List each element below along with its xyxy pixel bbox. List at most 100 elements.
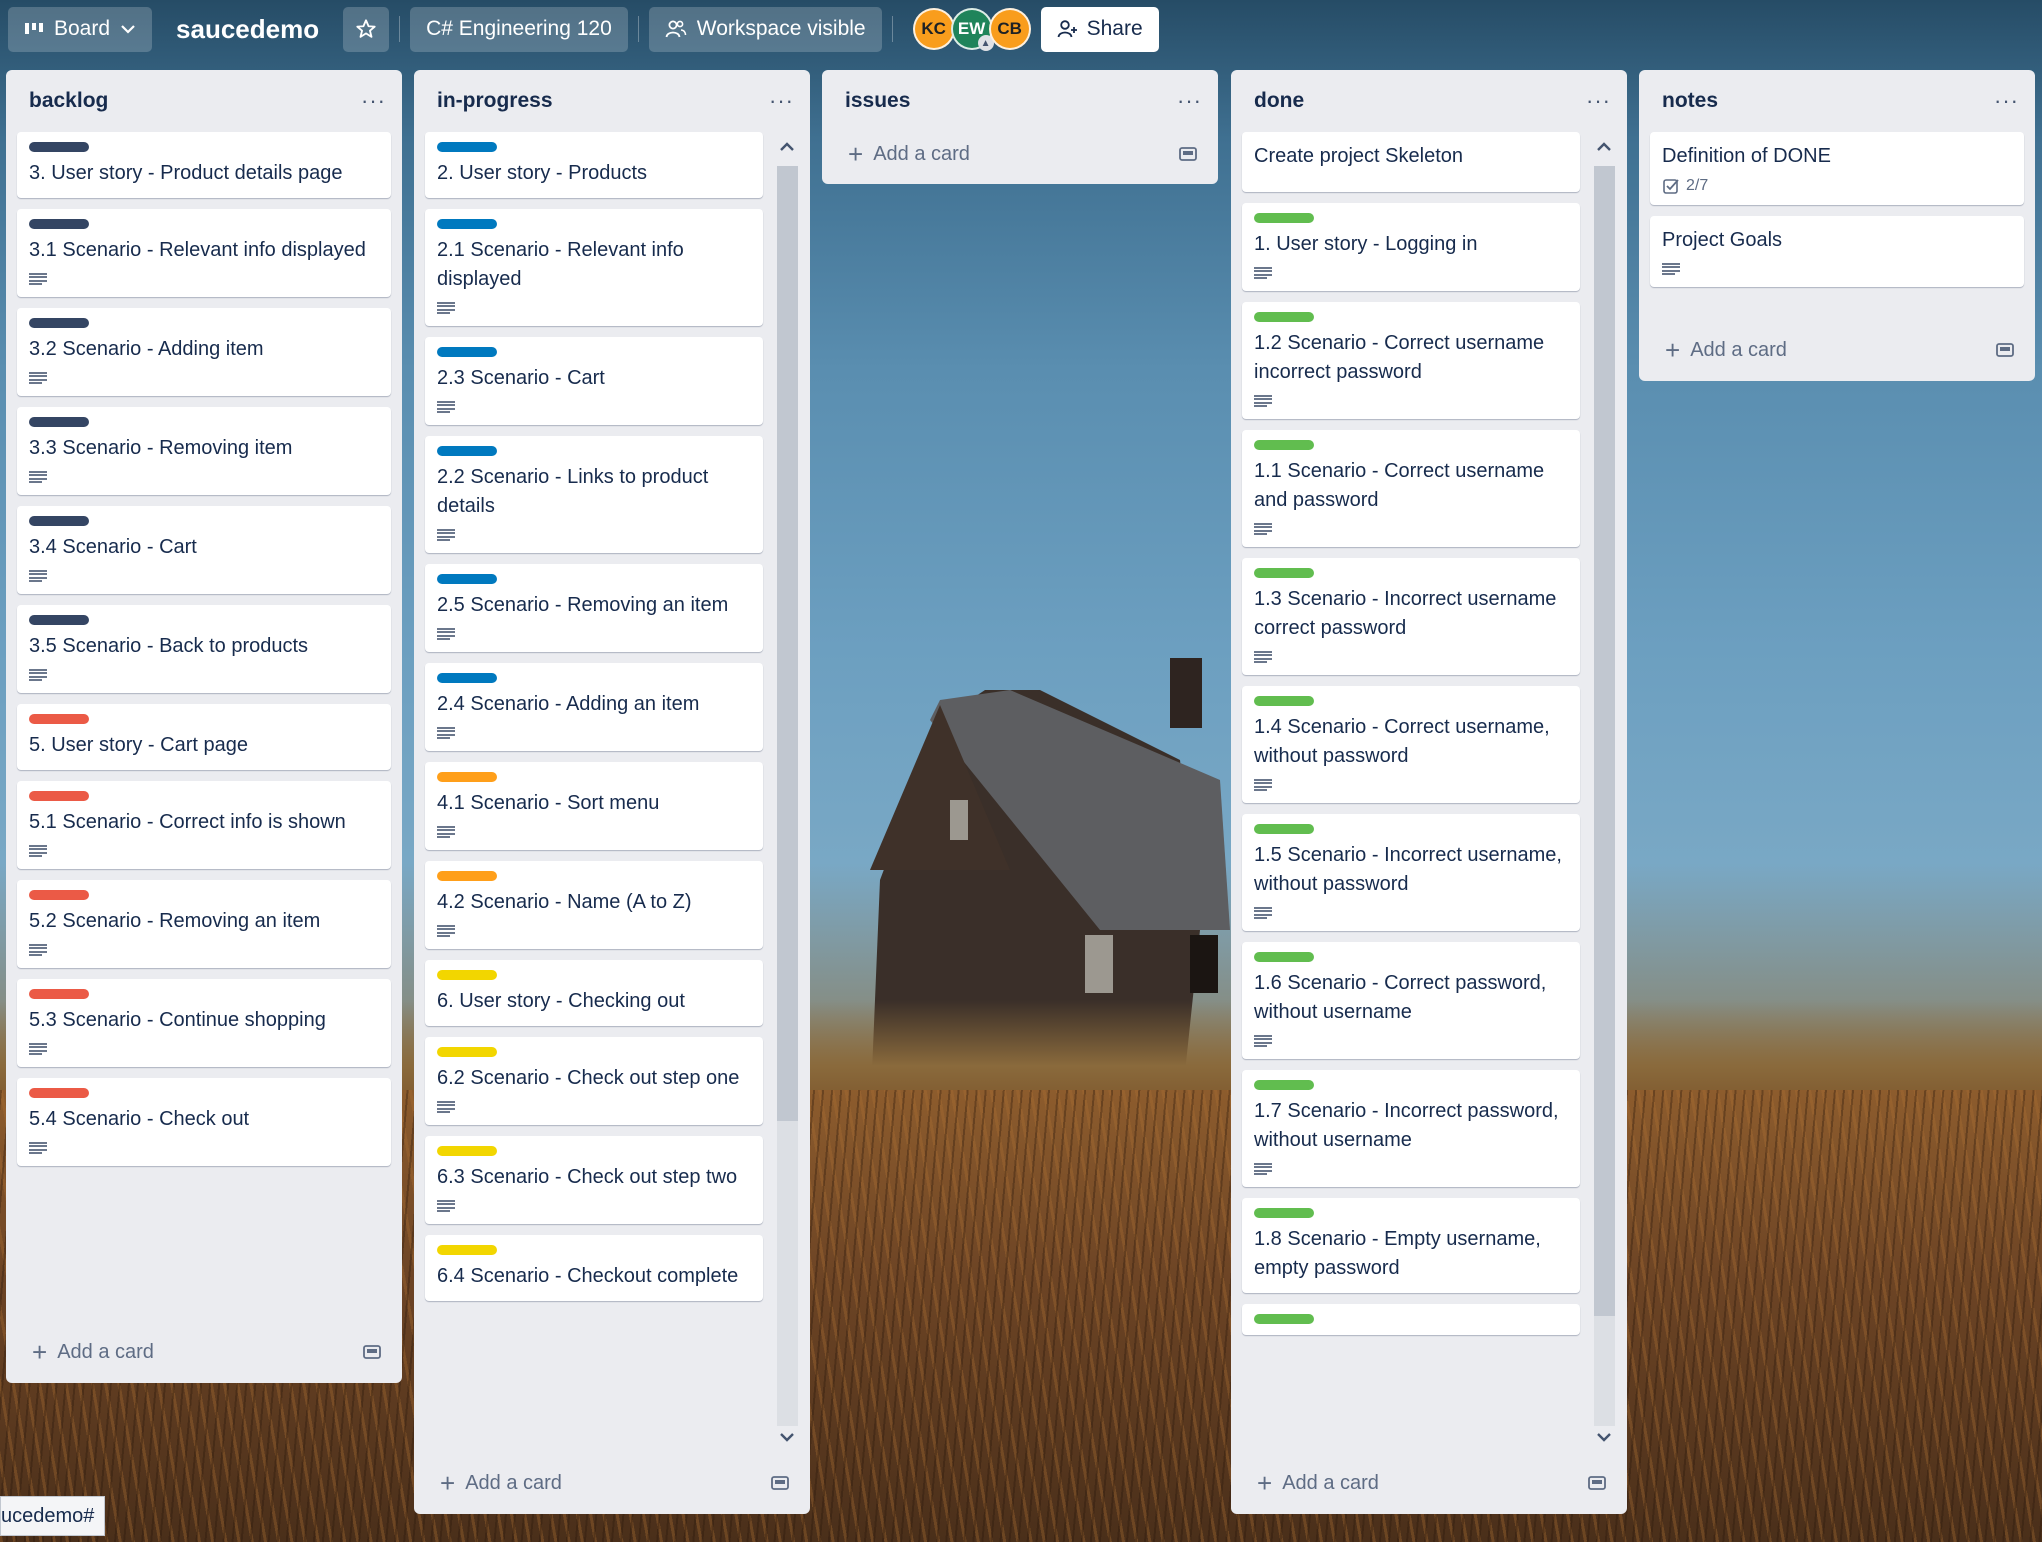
- scrollbar-thumb[interactable]: [777, 166, 798, 1121]
- card[interactable]: Definition of DONE 2/7: [1650, 132, 2024, 205]
- card[interactable]: 3.5 Scenario - Back to products: [17, 605, 391, 693]
- card-label-chip[interactable]: [29, 989, 89, 999]
- template-icon[interactable]: [1995, 341, 2015, 359]
- card[interactable]: 1.1 Scenario - Correct username and pass…: [1242, 430, 1580, 547]
- card-label-chip[interactable]: [29, 318, 89, 328]
- template-icon[interactable]: [362, 1343, 382, 1361]
- card[interactable]: 1.7 Scenario - Incorrect password, witho…: [1242, 1070, 1580, 1187]
- board-title[interactable]: saucedemo: [162, 14, 333, 45]
- card[interactable]: [1242, 1304, 1580, 1335]
- card-label-chip[interactable]: [437, 574, 497, 584]
- scrollbar-thumb[interactable]: [1594, 166, 1615, 1316]
- card-label-chip[interactable]: [437, 1047, 497, 1057]
- card[interactable]: 3.3 Scenario - Removing item: [17, 407, 391, 495]
- card-label-chip[interactable]: [29, 417, 89, 427]
- avatar[interactable]: KC: [912, 8, 955, 50]
- card-label-chip[interactable]: [1254, 312, 1314, 322]
- workspace-button[interactable]: C# Engineering 120: [410, 6, 628, 52]
- card[interactable]: Create project Skeleton: [1242, 132, 1580, 192]
- card[interactable]: 2.3 Scenario - Cart: [425, 337, 763, 425]
- card-label-chip[interactable]: [437, 970, 497, 980]
- card-label-chip[interactable]: [29, 890, 89, 900]
- card[interactable]: 1.5 Scenario - Incorrect username, witho…: [1242, 814, 1580, 931]
- card[interactable]: 5.1 Scenario - Correct info is shown: [17, 781, 391, 869]
- template-icon[interactable]: [770, 1474, 790, 1492]
- star-button[interactable]: [343, 6, 390, 52]
- add-card-button[interactable]: + Add a card: [848, 141, 970, 167]
- card[interactable]: 1.2 Scenario - Correct username incorrec…: [1242, 302, 1580, 419]
- template-icon[interactable]: [1587, 1474, 1607, 1492]
- card-label-chip[interactable]: [437, 1146, 497, 1156]
- card[interactable]: 5.2 Scenario - Removing an item: [17, 880, 391, 968]
- card[interactable]: 6. User story - Checking out: [425, 960, 763, 1026]
- card-label-chip[interactable]: [437, 871, 497, 881]
- card-label-chip[interactable]: [437, 446, 497, 456]
- card[interactable]: 1.3 Scenario - Incorrect username correc…: [1242, 558, 1580, 675]
- card[interactable]: 3.4 Scenario - Cart: [17, 506, 391, 594]
- scroll-up-icon[interactable]: [770, 132, 804, 162]
- card-label-chip[interactable]: [1254, 440, 1314, 450]
- list-title[interactable]: in-progress: [437, 89, 553, 113]
- card-label-chip[interactable]: [29, 142, 89, 152]
- card[interactable]: 5. User story - Cart page: [17, 704, 391, 770]
- template-icon[interactable]: [1178, 145, 1198, 163]
- list-title[interactable]: backlog: [29, 89, 108, 113]
- card[interactable]: 6.4 Scenario - Checkout complete: [425, 1235, 763, 1301]
- add-card-button[interactable]: + Add a card: [1665, 337, 1787, 363]
- card[interactable]: 2.5 Scenario - Removing an item: [425, 564, 763, 652]
- card[interactable]: 5.3 Scenario - Continue shopping: [17, 979, 391, 1067]
- add-card-button[interactable]: + Add a card: [1257, 1470, 1379, 1496]
- card[interactable]: 1.4 Scenario - Correct username, without…: [1242, 686, 1580, 803]
- card[interactable]: 3. User story - Product details page: [17, 132, 391, 198]
- card[interactable]: 6.2 Scenario - Check out step one: [425, 1037, 763, 1125]
- view-switcher-button[interactable]: Board: [8, 6, 153, 52]
- avatar[interactable]: EW ▲: [950, 8, 994, 51]
- card[interactable]: 2. User story - Products: [425, 132, 763, 198]
- card[interactable]: 2.4 Scenario - Adding an item: [425, 663, 763, 751]
- card-label-chip[interactable]: [437, 142, 497, 152]
- card-label-chip[interactable]: [437, 219, 497, 229]
- card-label-chip[interactable]: [29, 1088, 89, 1098]
- scroll-up-icon[interactable]: [1587, 132, 1621, 162]
- card-label-chip[interactable]: [29, 219, 89, 229]
- avatar[interactable]: CB: [988, 8, 1031, 50]
- share-button[interactable]: Share: [1040, 6, 1159, 52]
- card-label-chip[interactable]: [1254, 213, 1314, 223]
- card[interactable]: 2.1 Scenario - Relevant info displayed: [425, 209, 763, 326]
- add-card-button[interactable]: + Add a card: [440, 1470, 562, 1496]
- card-label-chip[interactable]: [1254, 1080, 1314, 1090]
- list-scrollbar[interactable]: [1587, 132, 1621, 1452]
- card-label-chip[interactable]: [1254, 824, 1314, 834]
- list-menu-icon[interactable]: ···: [1586, 90, 1611, 112]
- card[interactable]: 1.8 Scenario - Empty username, empty pas…: [1242, 1198, 1580, 1293]
- card[interactable]: 1. User story - Logging in: [1242, 203, 1580, 291]
- list-menu-icon[interactable]: ···: [769, 90, 794, 112]
- scroll-down-icon[interactable]: [770, 1422, 804, 1452]
- card[interactable]: 4.2 Scenario - Name (A to Z): [425, 861, 763, 949]
- card-label-chip[interactable]: [29, 791, 89, 801]
- card-label-chip[interactable]: [437, 673, 497, 683]
- card-label-chip[interactable]: [1254, 568, 1314, 578]
- card[interactable]: 2.2 Scenario - Links to product details: [425, 436, 763, 553]
- list-menu-icon[interactable]: ···: [361, 90, 386, 112]
- card[interactable]: 3.1 Scenario - Relevant info displayed: [17, 209, 391, 297]
- card-label-chip[interactable]: [1254, 1208, 1314, 1218]
- card[interactable]: 4.1 Scenario - Sort menu: [425, 762, 763, 850]
- card[interactable]: 6.3 Scenario - Check out step two: [425, 1136, 763, 1224]
- card-label-chip[interactable]: [437, 772, 497, 782]
- list-scrollbar[interactable]: [770, 132, 804, 1452]
- card[interactable]: 5.4 Scenario - Check out: [17, 1078, 391, 1166]
- card-label-chip[interactable]: [29, 516, 89, 526]
- card[interactable]: 1.6 Scenario - Correct password, without…: [1242, 942, 1580, 1059]
- list-title[interactable]: issues: [845, 89, 910, 113]
- list-title[interactable]: done: [1254, 89, 1304, 113]
- list-menu-icon[interactable]: ···: [1994, 90, 2019, 112]
- card-label-chip[interactable]: [437, 347, 497, 357]
- card-label-chip[interactable]: [1254, 696, 1314, 706]
- list-title[interactable]: notes: [1662, 89, 1718, 113]
- card-label-chip[interactable]: [437, 1245, 497, 1255]
- card[interactable]: 3.2 Scenario - Adding item: [17, 308, 391, 396]
- card-label-chip[interactable]: [1254, 952, 1314, 962]
- add-card-button[interactable]: + Add a card: [32, 1339, 154, 1365]
- card-label-chip[interactable]: [29, 714, 89, 724]
